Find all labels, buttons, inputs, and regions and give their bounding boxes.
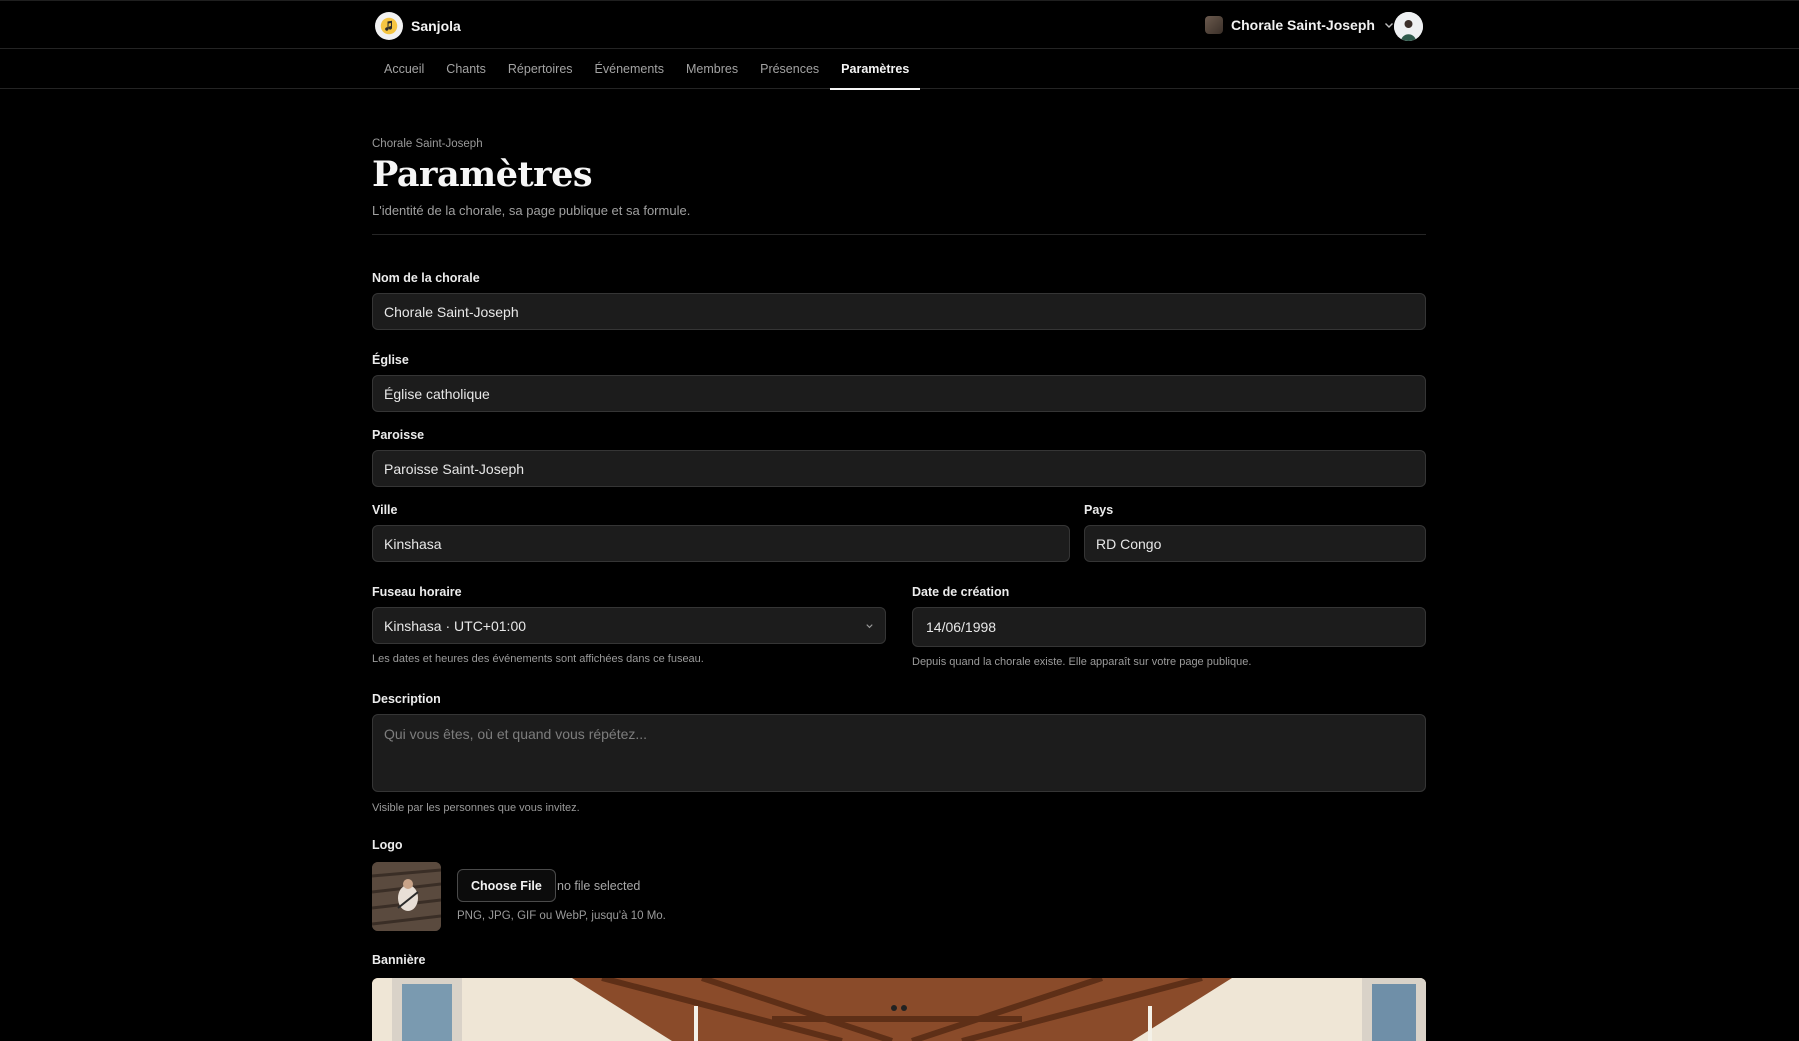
banner-label: Bannière (372, 953, 426, 967)
description-hint: Visible par les personnes que vous invit… (372, 802, 580, 814)
name-field[interactable]: Chorale Saint-Joseph (372, 293, 1426, 330)
logo-preview (372, 862, 441, 931)
file-status: no file selected (557, 879, 641, 893)
tab-repertoires[interactable]: Répertoires (497, 49, 584, 89)
tab-presences[interactable]: Présences (749, 49, 830, 89)
music-note-icon (375, 12, 403, 40)
choose-file-button[interactable]: Choose File (457, 869, 556, 902)
tab-chants[interactable]: Chants (435, 49, 497, 89)
page-title: Paramètres (372, 154, 593, 195)
org-thumbnail (1205, 16, 1223, 34)
country-label: Pays (1084, 503, 1114, 517)
tab-parametres[interactable]: Paramètres (830, 49, 921, 90)
page-subtitle: L'identité de la chorale, sa page publiq… (372, 203, 691, 218)
timezone-hint: Les dates et heures des événements sont … (372, 653, 704, 665)
created-label: Date de création (912, 585, 1010, 599)
created-hint: Depuis quand la chorale existe. Elle app… (912, 656, 1252, 668)
brand[interactable]: Sanjola (375, 12, 461, 40)
name-label: Nom de la chorale (372, 271, 480, 285)
banner-image (372, 978, 1426, 1041)
timezone-select[interactable]: Kinshasa · UTC+01:00 (372, 607, 886, 644)
app-name: Sanjola (411, 18, 461, 34)
church-field[interactable]: Église catholique (372, 375, 1426, 412)
tab-evenements[interactable]: Événements (584, 49, 675, 89)
user-avatar-icon (1394, 12, 1423, 41)
timezone-label: Fuseau horaire (372, 585, 462, 599)
created-date-field[interactable]: 14/06/1998 (912, 607, 1426, 647)
parish-label: Paroisse (372, 428, 425, 442)
church-label: Église (372, 353, 409, 367)
timezone-value: Kinshasa · UTC+01:00 (384, 617, 527, 634)
city-label: Ville (372, 503, 398, 517)
city-field[interactable]: Kinshasa (372, 525, 1070, 562)
tab-accueil[interactable]: Accueil (373, 49, 435, 89)
description-textarea[interactable]: Qui vous êtes, où et quand vous répétez.… (372, 714, 1426, 792)
parish-field[interactable]: Paroisse Saint-Joseph (372, 450, 1426, 487)
description-label: Description (372, 692, 441, 706)
tab-membres[interactable]: Membres (675, 49, 749, 89)
logo-image (372, 862, 441, 931)
chevron-down-icon (866, 623, 873, 628)
top-bar: Sanjola Chorale Saint-Joseph (0, 0, 1799, 49)
org-name: Chorale Saint-Joseph (1231, 17, 1375, 33)
logo-label: Logo (372, 838, 403, 852)
main-nav: Accueil Chants Répertoires Événements Me… (0, 49, 1799, 90)
logo-hint: PNG, JPG, GIF ou WebP, jusqu'à 10 Mo. (457, 910, 666, 922)
country-field[interactable]: RD Congo (1084, 525, 1426, 562)
header-divider (372, 234, 1426, 235)
avatar[interactable] (1394, 12, 1423, 41)
banner-preview[interactable] (372, 978, 1426, 1041)
breadcrumb[interactable]: Chorale Saint-Joseph (372, 138, 483, 150)
org-switcher[interactable]: Chorale Saint-Joseph (1205, 16, 1395, 34)
